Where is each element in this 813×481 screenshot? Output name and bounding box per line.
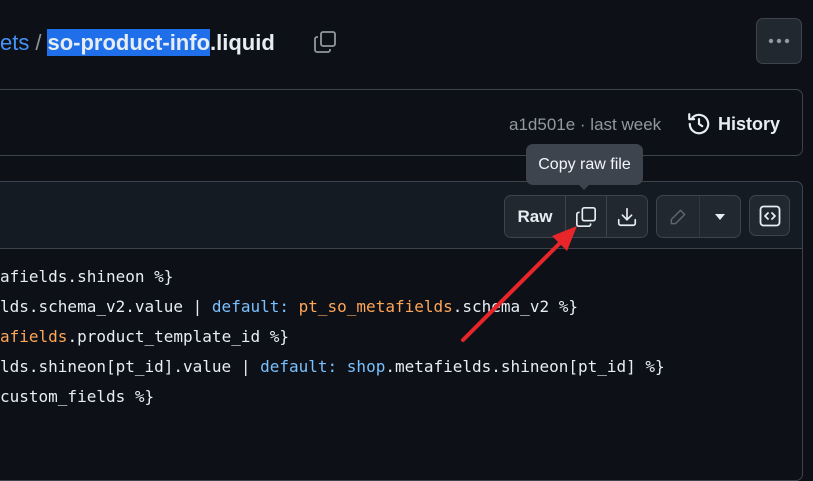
copy-path-button[interactable]: [311, 28, 339, 56]
code-token: lds.schema_v2.value |: [0, 297, 212, 316]
edit-actions-group: [656, 195, 741, 238]
code-line: lds.shineon[pt_id].value | default: shop…: [0, 352, 665, 382]
code-line: afields.product_template_id %}: [0, 322, 665, 352]
code-content: afields.shineon %} lds.schema_v2.value | …: [0, 262, 665, 412]
code-token: default:: [260, 357, 338, 376]
breadcrumb: ets / so-product-info.liquid: [0, 26, 275, 60]
raw-actions-group: Raw: [504, 195, 648, 238]
breadcrumb-parent-link[interactable]: ets: [0, 30, 29, 56]
kebab-horizontal-icon: [768, 38, 790, 44]
selected-filename-text: so-product-info: [47, 29, 211, 56]
code-token: .metafields.shineon[pt_id] %}: [385, 357, 665, 376]
pencil-icon: [670, 209, 686, 224]
latest-commit-bar: [0, 89, 803, 156]
code-square-icon: [759, 205, 780, 226]
download-raw-file-button[interactable]: [607, 196, 647, 237]
tooltip-pointer: [578, 184, 590, 190]
code-token: lds.shineon[pt_id].value |: [0, 357, 261, 376]
code-token: afields: [0, 327, 68, 346]
code-token: .schema_v2 %}: [452, 297, 578, 316]
code-token: default:: [211, 297, 289, 316]
code-token: custom_fields %}: [0, 387, 155, 406]
copy-raw-file-button[interactable]: [566, 196, 607, 237]
symbols-panel-button[interactable]: [749, 195, 790, 236]
download-icon: [617, 207, 637, 226]
code-token: pt_so_metafields: [298, 297, 453, 316]
edit-dropdown-button[interactable]: [700, 196, 740, 237]
code-line: custom_fields %}: [0, 382, 665, 412]
commit-hash-timestamp[interactable]: a1d501e · last week: [509, 115, 661, 135]
triangle-down-icon: [715, 213, 725, 220]
code-token: shop: [346, 357, 386, 376]
edit-file-button[interactable]: [657, 196, 700, 237]
history-icon: [688, 113, 710, 135]
raw-button[interactable]: Raw: [505, 196, 566, 237]
breadcrumb-separator: /: [35, 30, 42, 55]
copy-icon: [576, 206, 596, 227]
code-line: afields.shineon %}: [0, 262, 665, 292]
code-token: afields.shineon %}: [0, 267, 174, 286]
copy-raw-file-tooltip: Copy raw file: [526, 144, 643, 185]
more-options-button[interactable]: [756, 18, 802, 64]
breadcrumb-filename: so-product-info.liquid: [47, 29, 275, 56]
code-line: lds.schema_v2.value | default: pt_so_met…: [0, 292, 665, 322]
history-button[interactable]: History: [686, 108, 780, 140]
code-token: .product_template_id %}: [67, 327, 289, 346]
copy-icon: [314, 31, 336, 53]
history-label: History: [718, 113, 781, 134]
filename-extension: .liquid: [210, 30, 275, 55]
